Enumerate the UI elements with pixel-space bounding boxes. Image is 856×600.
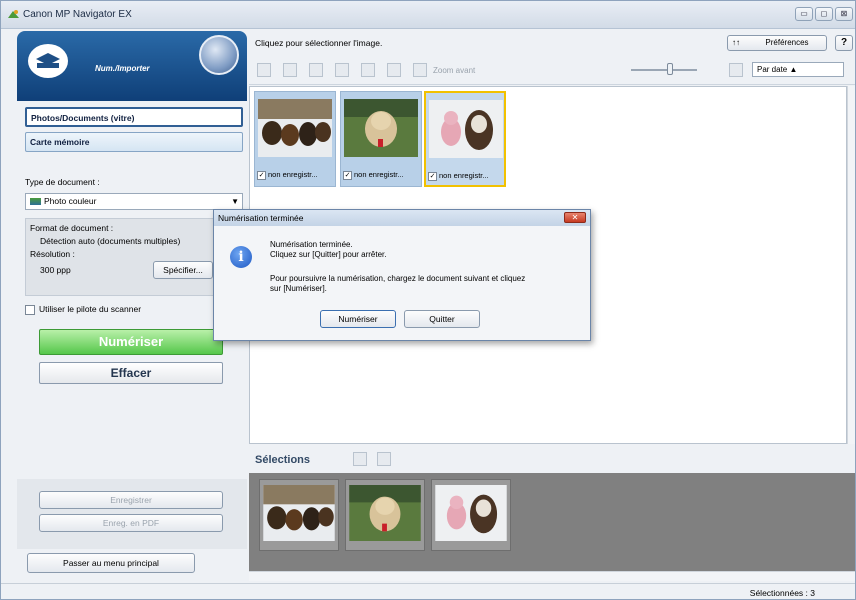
image-thumbnail[interactable]: ✓ non enregistr... xyxy=(254,91,336,187)
app-window: Canon MP Navigator EX ▭ ◻ ⊠ Num./Importe… xyxy=(0,0,856,600)
chevron-down-icon: ▼ xyxy=(231,197,239,206)
dogs-photo-1 xyxy=(258,99,332,157)
selections-area xyxy=(249,473,855,573)
selections-label: Sélections xyxy=(255,454,311,466)
size-slider-handle[interactable] xyxy=(667,63,673,75)
rotate-left-icon[interactable] xyxy=(309,63,323,77)
save-pdf-button[interactable]: Enreg. en PDF xyxy=(39,514,223,532)
specify-button[interactable]: Spécifier... xyxy=(153,261,213,279)
scan-settings-box: Format de document : Détection auto (doc… xyxy=(25,218,243,296)
mirror-icon[interactable] xyxy=(361,63,375,77)
thumbnail-checkbox[interactable]: ✓ xyxy=(343,170,352,180)
driver-checkbox[interactable] xyxy=(25,304,35,315)
top-bar: Cliquez pour sélectionner l'image. ↑↑ Pr… xyxy=(249,31,855,55)
dialog-close-button[interactable]: ✕ xyxy=(564,212,586,223)
info-icon: i xyxy=(230,246,252,268)
crop-icon[interactable] xyxy=(387,63,401,77)
help-button[interactable]: ? xyxy=(835,35,853,51)
format-value: Détection auto (documents multiples) xyxy=(40,236,181,246)
photo-icon xyxy=(30,198,41,205)
dog-photo-2 xyxy=(344,99,418,157)
zoom-icon[interactable] xyxy=(413,63,427,77)
selection-thumbnail[interactable] xyxy=(259,479,339,551)
dialog-message-line1: Numérisation terminée. xyxy=(270,240,353,249)
selection-thumbnail[interactable] xyxy=(431,479,511,551)
image-thumbnail-selected[interactable]: ✓ non enregistr... xyxy=(424,91,506,187)
status-bar: Sélectionnées : 3 xyxy=(1,583,855,599)
dialog-scan-button[interactable]: Numériser xyxy=(320,310,396,328)
dog-toy-photo-3 xyxy=(429,100,503,158)
thumbnail-caption: ✓ non enregistr... xyxy=(428,169,506,183)
selection-thumbnail[interactable] xyxy=(345,479,425,551)
scan-complete-dialog: Numérisation terminée ✕ i Numérisation t… xyxy=(213,209,591,341)
thumbnail-label: non enregistr... xyxy=(439,171,489,180)
dog-photo-2 xyxy=(349,485,421,541)
doc-type-select[interactable]: Photo couleur ▼ xyxy=(25,193,243,210)
hint-text: Cliquez pour sélectionner l'image. xyxy=(255,38,383,48)
nav-photos-documents[interactable]: Photos/Documents (vitre) xyxy=(25,107,243,127)
image-thumbnail[interactable]: ✓ non enregistr... xyxy=(340,91,422,187)
thumbnail-checkbox[interactable]: ✓ xyxy=(428,171,437,181)
save-button[interactable]: Enregistrer xyxy=(39,491,223,509)
thumbnail-caption: ✓ non enregistr... xyxy=(257,168,335,182)
sort-select[interactable]: Par date ▲ xyxy=(752,62,844,77)
size-slider[interactable] xyxy=(631,69,697,71)
dialog-title: Numérisation terminée xyxy=(218,213,304,223)
dialog-quit-button[interactable]: Quitter xyxy=(404,310,480,328)
main-menu-button[interactable]: Passer au menu principal xyxy=(27,553,195,573)
scanner-icon xyxy=(28,44,68,78)
large-thumb-icon[interactable] xyxy=(729,63,743,77)
resolution-value: 300 ppp xyxy=(40,265,71,275)
clear-button[interactable]: Effacer xyxy=(39,362,223,384)
zoom-in-label: Zoom avant xyxy=(433,66,476,75)
thumbnail-label: non enregistr... xyxy=(354,170,404,179)
sort-value: Par date ▲ xyxy=(757,65,798,74)
grid-view-icon[interactable] xyxy=(283,63,297,77)
selected-count: Sélectionnées : 3 xyxy=(749,588,815,598)
window-title: Canon MP Navigator EX xyxy=(23,9,132,20)
dialog-message-line2: Cliquez sur [Quitter] pour arrêter. xyxy=(270,250,387,259)
thumbnail-view-icon[interactable] xyxy=(257,63,271,77)
mode-label: Num./Importer xyxy=(95,64,150,73)
title-bar: Canon MP Navigator EX ▭ ◻ ⊠ xyxy=(1,1,855,29)
dog-toy-photo-3 xyxy=(435,485,507,541)
scan-import-header: Num./Importer xyxy=(17,31,247,101)
dogs-photo-1 xyxy=(263,485,335,541)
doc-type-value: Photo couleur xyxy=(44,196,97,206)
nav-memory-card[interactable]: Carte mémoire xyxy=(25,132,243,152)
dialog-message-line3: Pour poursuivre la numérisation, chargez… xyxy=(270,274,526,283)
main-menu-globe-icon[interactable] xyxy=(199,35,239,75)
image-toolbar: Zoom avant Par date ▲ xyxy=(249,55,855,85)
selections-horizontal-scrollbar[interactable] xyxy=(249,571,855,581)
minimize-button[interactable]: ▭ xyxy=(795,7,813,21)
app-icon xyxy=(8,10,19,18)
preferences-button[interactable]: ↑↑ Préférences xyxy=(727,35,827,51)
dialog-message-line4: sur [Numériser]. xyxy=(270,284,327,293)
dialog-title-bar: Numérisation terminée ✕ xyxy=(214,210,590,226)
driver-checkbox-label: Utiliser le pilote du scanner xyxy=(39,304,142,314)
scan-button[interactable]: Numériser xyxy=(39,329,223,355)
preferences-label: Préférences xyxy=(765,38,809,47)
close-window-button[interactable]: ⊠ xyxy=(835,7,853,21)
selections-header: Sélections xyxy=(249,445,855,473)
selections-list-icon[interactable] xyxy=(377,452,391,466)
rotate-right-icon[interactable] xyxy=(335,63,349,77)
grid-vertical-scrollbar[interactable] xyxy=(847,86,855,444)
driver-option[interactable]: Utiliser le pilote du scanner xyxy=(25,304,141,315)
format-label: Format de document : xyxy=(30,223,114,233)
preferences-icon: ↑↑ xyxy=(732,38,740,47)
doc-type-label: Type de document : xyxy=(25,177,100,187)
save-panel: Enregistrer Enreg. en PDF xyxy=(17,479,247,549)
thumbnail-caption: ✓ non enregistr... xyxy=(343,168,421,182)
thumbnail-checkbox[interactable]: ✓ xyxy=(257,170,266,180)
maximize-button[interactable]: ◻ xyxy=(815,7,833,21)
resolution-label: Résolution : xyxy=(30,249,75,259)
selections-grid-icon[interactable] xyxy=(353,452,367,466)
thumbnail-label: non enregistr... xyxy=(268,170,318,179)
